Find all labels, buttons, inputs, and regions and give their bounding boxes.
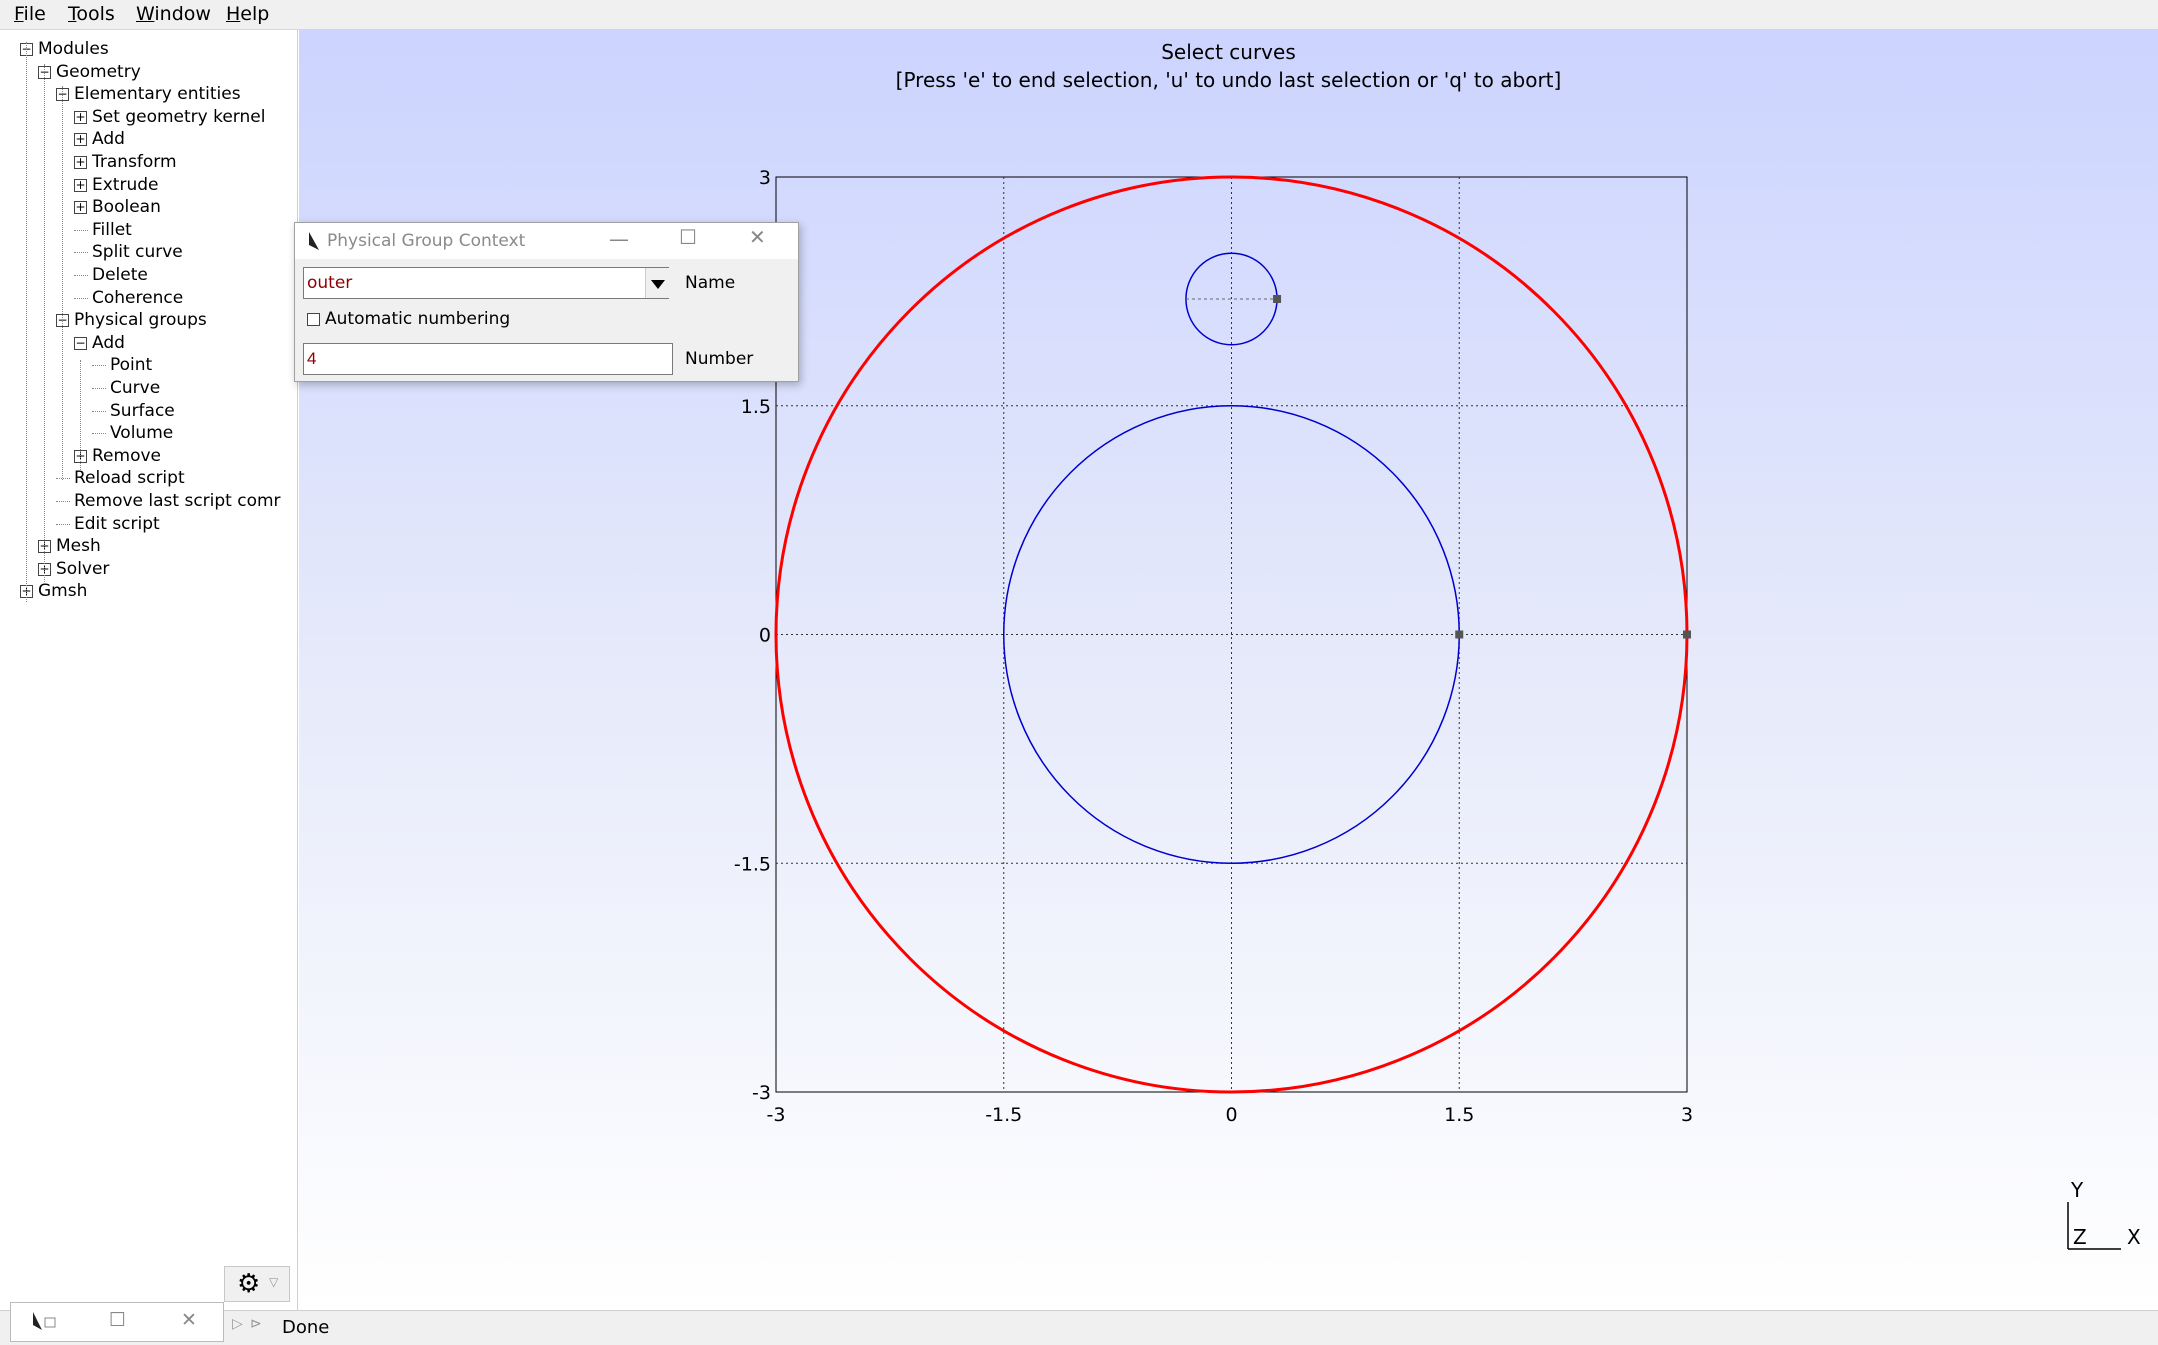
automatic-numbering-label: Automatic numbering [325, 309, 511, 329]
y-tick-label: -3 [752, 1082, 771, 1104]
tree-item-label: Reload script [74, 468, 185, 489]
minimize-icon[interactable]: — [609, 227, 629, 251]
axes-indicator-icon [2067, 1202, 2121, 1250]
y-tick-label: 3 [759, 167, 771, 189]
name-dropdown-button[interactable] [645, 268, 670, 298]
tree-connector [92, 433, 106, 435]
y-tick-label: 1.5 [741, 396, 771, 418]
module-tree: − Modules − Geometry − Elementary entities + Se… [0, 30, 298, 1310]
menu-bar: File Tools Window Help [0, 0, 2158, 30]
expand-icon[interactable]: + [74, 156, 87, 169]
number-label: Number [685, 349, 754, 369]
tree-item-label: Solver [56, 558, 110, 579]
tree-connector [74, 229, 88, 231]
geometry-point [1683, 630, 1691, 639]
dialog-title: Physical Group Context [327, 231, 526, 251]
status-message: Done [282, 1317, 330, 1338]
tree-item-label: Point [110, 355, 153, 376]
options-button[interactable]: ⚙ ▽ [224, 1266, 290, 1302]
chevron-down-icon: ▽ [269, 1275, 279, 1289]
tree-item-label: Physical groups [74, 310, 207, 331]
close-icon[interactable]: ✕ [181, 1309, 197, 1331]
tree-connector [92, 410, 106, 412]
expand-icon[interactable]: + [74, 201, 87, 215]
tree-item-label: Remove last script comr [74, 491, 281, 511]
minimized-window[interactable]: ☐ ✕ [10, 1302, 224, 1342]
close-icon[interactable]: ✕ [749, 225, 766, 249]
tree-connector [92, 365, 106, 367]
tree-item-label: Extrude [92, 174, 159, 195]
tree-item-label: Coherence [92, 287, 184, 308]
tree-item-label: Curve [110, 378, 161, 398]
axis-x-label: X [2127, 1225, 2141, 1249]
x-tick-label: -1.5 [985, 1104, 1022, 1126]
name-label: Name [685, 273, 736, 293]
tree-connector [56, 523, 70, 525]
tree-item-label: Add [92, 332, 125, 353]
tree-item-label: Transform [92, 152, 177, 172]
axis-y-label: Y [2071, 1178, 2084, 1202]
geometry-point [1273, 295, 1282, 303]
tree-item-label: Edit script [74, 513, 160, 534]
menu-help[interactable]: Help [224, 3, 271, 25]
tree-item-label: Set geometry kernel [92, 106, 266, 127]
tree-connector [56, 501, 70, 502]
tree-item-label: Remove [92, 445, 161, 466]
tree-item-label: Elementary entities [74, 84, 241, 105]
step-icon[interactable]: ⊳ [250, 1316, 262, 1332]
tree-guide-line [26, 42, 27, 602]
tree-guide-line [62, 320, 63, 480]
y-tick-label: -1.5 [734, 853, 771, 875]
tree-guide-line [62, 86, 63, 346]
x-tick-label: 3 [1681, 1104, 1693, 1126]
tree-guide-line [44, 64, 45, 584]
tree-item-label: Gmsh [38, 581, 88, 602]
expand-icon[interactable]: + [74, 133, 87, 147]
tree-item-label: Fillet [92, 219, 132, 240]
tree-item-label: Mesh [56, 536, 101, 557]
name-input[interactable] [303, 267, 669, 299]
tree-connector [92, 388, 106, 389]
play-icon[interactable]: ▷ [232, 1316, 243, 1332]
tree-item-label: Split curve [92, 242, 183, 263]
x-tick-label: -3 [767, 1104, 786, 1126]
tree-item-label: Delete [92, 265, 148, 285]
gear-icon: ⚙ [237, 1269, 261, 1299]
tree-connector [74, 297, 88, 299]
maximize-icon[interactable]: ☐ [109, 1309, 126, 1331]
menu-file[interactable]: File [12, 3, 48, 25]
tree-item-label: Boolean [92, 197, 161, 218]
dialog-titlebar[interactable]: Physical Group Context — ☐ ✕ [295, 223, 798, 259]
number-input[interactable] [303, 343, 673, 375]
expand-icon[interactable]: + [74, 110, 87, 124]
chevron-down-icon [651, 280, 665, 289]
x-tick-label: 1.5 [1444, 1104, 1474, 1126]
gmsh-logo-icon [33, 1312, 56, 1330]
tree-connector [74, 252, 88, 254]
maximize-icon[interactable]: ☐ [679, 225, 697, 249]
geometry-point [1455, 630, 1464, 639]
status-bar: ▷ ⊳ Done [0, 1310, 2158, 1345]
menu-tools[interactable]: Tools [66, 3, 117, 25]
tree-item-label: Surface [110, 400, 175, 421]
physical-group-dialog: Physical Group Context — ☐ ✕ Name Automa… [294, 222, 799, 382]
tree-guide-line [80, 360, 81, 470]
y-tick-label: 0 [759, 625, 771, 647]
tree-item-label: Add [92, 129, 125, 150]
tree-connector [56, 478, 70, 480]
automatic-numbering-checkbox[interactable] [307, 313, 320, 326]
expand-icon[interactable]: + [74, 178, 87, 192]
menu-window[interactable]: Window [134, 3, 213, 25]
x-tick-label: 0 [1225, 1104, 1237, 1126]
tree-connector [74, 275, 88, 276]
tree-item-label: Modules [38, 39, 109, 59]
tree-item-label: Volume [110, 423, 174, 444]
gmsh-logo-icon [309, 232, 319, 250]
tree-item-label: Geometry [56, 61, 141, 82]
collapse-icon[interactable]: − [74, 336, 87, 350]
